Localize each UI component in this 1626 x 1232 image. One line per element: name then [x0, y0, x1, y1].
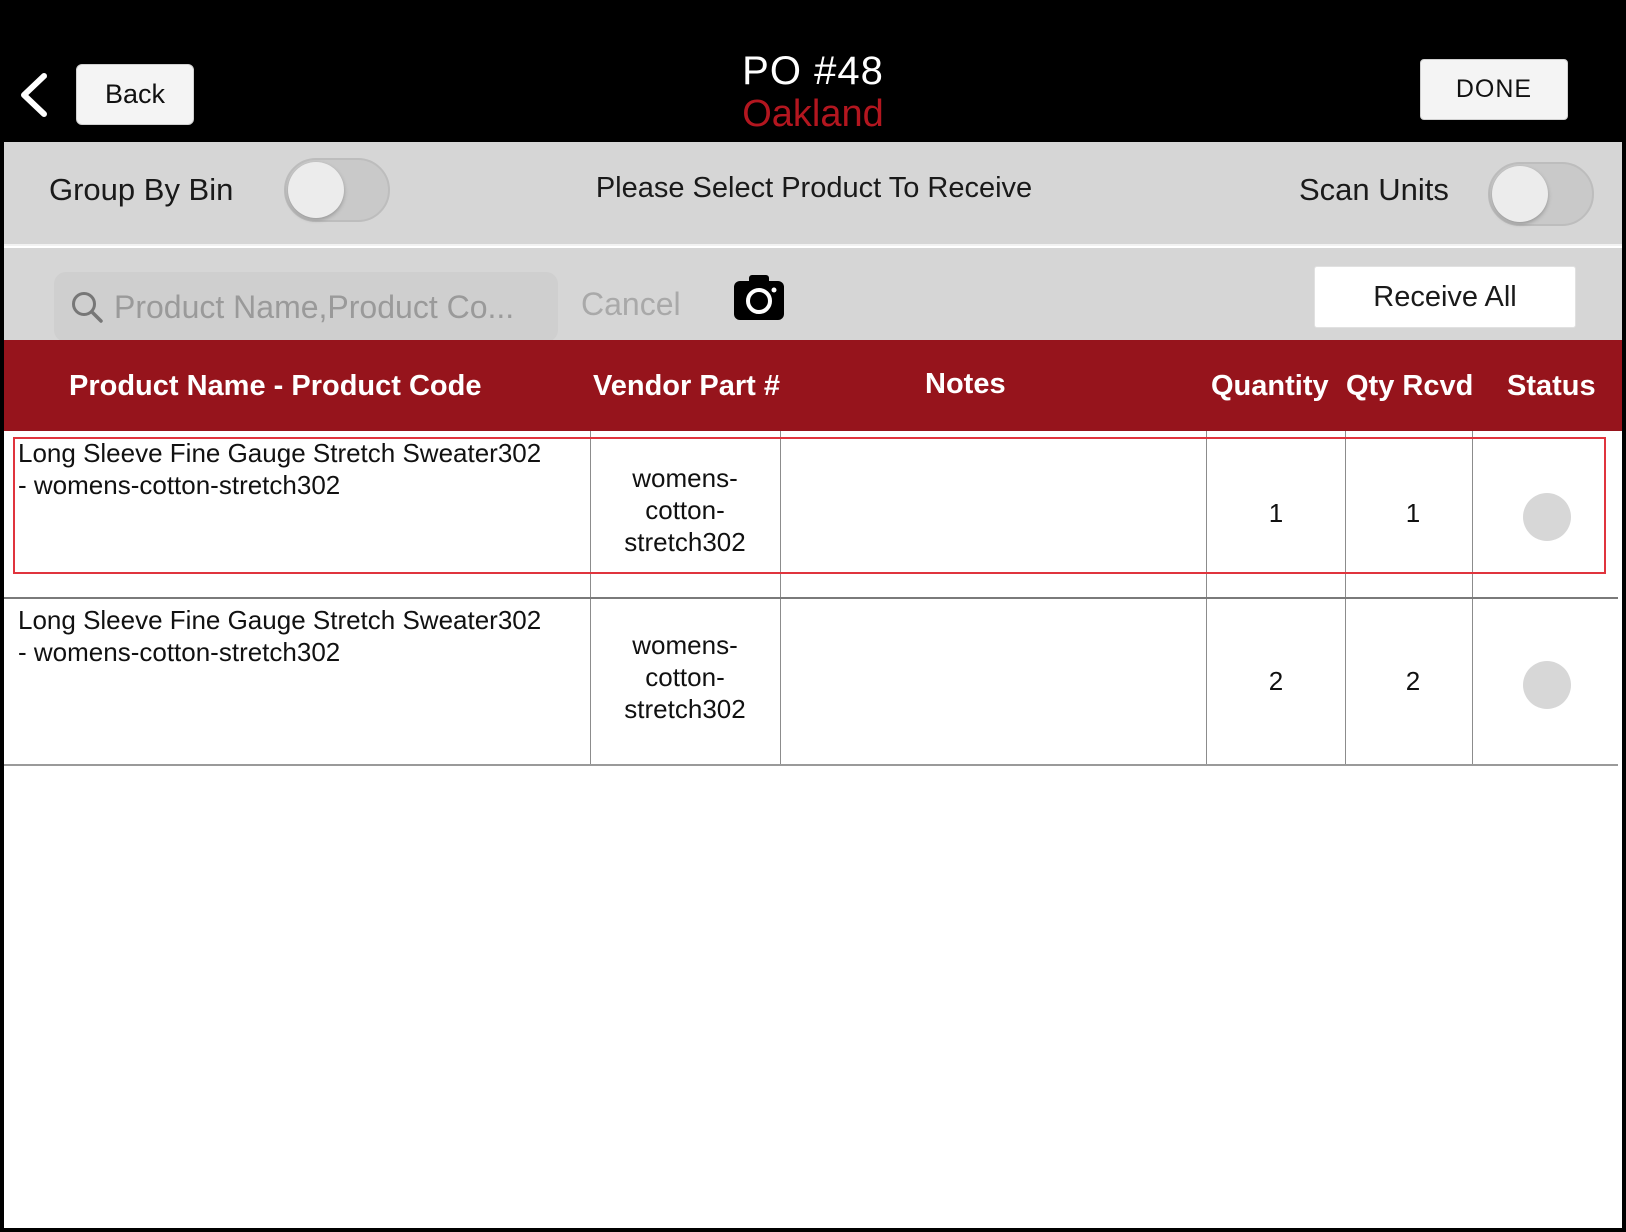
content-area: Group By Bin Please Select Product To Re… — [4, 142, 1622, 1228]
status-indicator[interactable] — [1523, 493, 1571, 541]
product-name: Long Sleeve Fine Gauge Stretch Sweater30… — [18, 605, 542, 635]
column-header-product[interactable]: Product Name - Product Code — [69, 370, 482, 403]
column-header-status[interactable]: Status — [1507, 370, 1596, 403]
back-button[interactable]: Back — [76, 64, 194, 125]
column-divider — [1345, 431, 1346, 599]
product-name-cell: Long Sleeve Fine Gauge Stretch Sweater30… — [18, 437, 588, 501]
toggle-knob — [288, 162, 344, 218]
product-code: - womens-cotton-stretch302 — [18, 637, 341, 667]
vendor-part-cell: womens- cotton- stretch302 — [590, 462, 780, 558]
qty-rcvd-cell: 1 — [1405, 498, 1421, 528]
row-divider — [4, 764, 1618, 766]
column-divider — [590, 431, 591, 599]
location-name: Oakland — [742, 93, 884, 135]
product-name: Long Sleeve Fine Gauge Stretch Sweater30… — [18, 438, 542, 468]
done-button[interactable]: DONE — [1420, 59, 1568, 120]
options-bar: Group By Bin Please Select Product To Re… — [4, 142, 1622, 246]
vendor-part-line: womens- — [632, 463, 738, 493]
column-divider — [780, 599, 781, 764]
nav-header: Back PO #48 Oakland DONE — [0, 0, 1626, 142]
column-header-quantity[interactable]: Quantity — [1211, 370, 1329, 403]
table-row[interactable]: Long Sleeve Fine Gauge Stretch Sweater30… — [4, 431, 1622, 599]
vendor-part-line: womens- — [632, 630, 738, 660]
group-by-bin-label: Group By Bin — [49, 172, 234, 207]
search-field[interactable] — [54, 272, 558, 342]
table-row[interactable]: Long Sleeve Fine Gauge Stretch Sweater30… — [4, 599, 1622, 766]
cancel-button[interactable]: Cancel — [581, 286, 681, 323]
search-input[interactable] — [114, 284, 554, 330]
scan-units-toggle[interactable] — [1488, 162, 1594, 226]
receive-all-button[interactable]: Receive All — [1314, 266, 1576, 328]
product-code: - womens-cotton-stretch302 — [18, 470, 341, 500]
column-header-vendor-part[interactable]: Vendor Part # — [593, 370, 780, 403]
vendor-part-line: stretch302 — [624, 694, 746, 724]
column-divider — [1472, 431, 1473, 599]
status-indicator[interactable] — [1523, 661, 1571, 709]
column-divider — [1206, 431, 1207, 599]
column-divider — [1472, 599, 1473, 764]
qty-rcvd-cell: 2 — [1405, 666, 1421, 696]
table-header: Product Name - Product Code Vendor Part … — [4, 340, 1622, 431]
product-name-cell: Long Sleeve Fine Gauge Stretch Sweater30… — [18, 604, 588, 668]
column-header-notes[interactable]: Notes — [925, 368, 1006, 401]
po-number: PO #48 — [742, 49, 884, 93]
app-frame: Back PO #48 Oakland DONE Group By Bin Pl… — [0, 0, 1626, 1232]
scan-units-label: Scan Units — [1299, 172, 1449, 207]
chevron-left-icon[interactable] — [14, 70, 54, 120]
toggle-knob — [1492, 166, 1548, 222]
vendor-part-line: cotton- — [645, 495, 725, 525]
group-by-bin-toggle[interactable] — [284, 158, 390, 222]
vendor-part-line: cotton- — [645, 662, 725, 692]
column-header-qty-rcvd[interactable]: Qty Rcvd — [1346, 370, 1473, 403]
search-icon — [72, 292, 103, 323]
quantity-cell: 2 — [1268, 666, 1284, 696]
column-divider — [780, 431, 781, 599]
page-title: PO #48 Oakland — [613, 48, 1013, 134]
vendor-part-cell: womens- cotton- stretch302 — [590, 629, 780, 725]
camera-icon[interactable] — [732, 272, 786, 322]
column-divider — [1345, 599, 1346, 764]
instruction-text: Please Select Product To Receive — [595, 172, 1033, 204]
quantity-cell: 1 — [1268, 498, 1284, 528]
column-divider — [1206, 599, 1207, 764]
column-divider — [590, 599, 591, 764]
vendor-part-line: stretch302 — [624, 527, 746, 557]
search-bar: Cancel Receive All — [4, 248, 1622, 342]
